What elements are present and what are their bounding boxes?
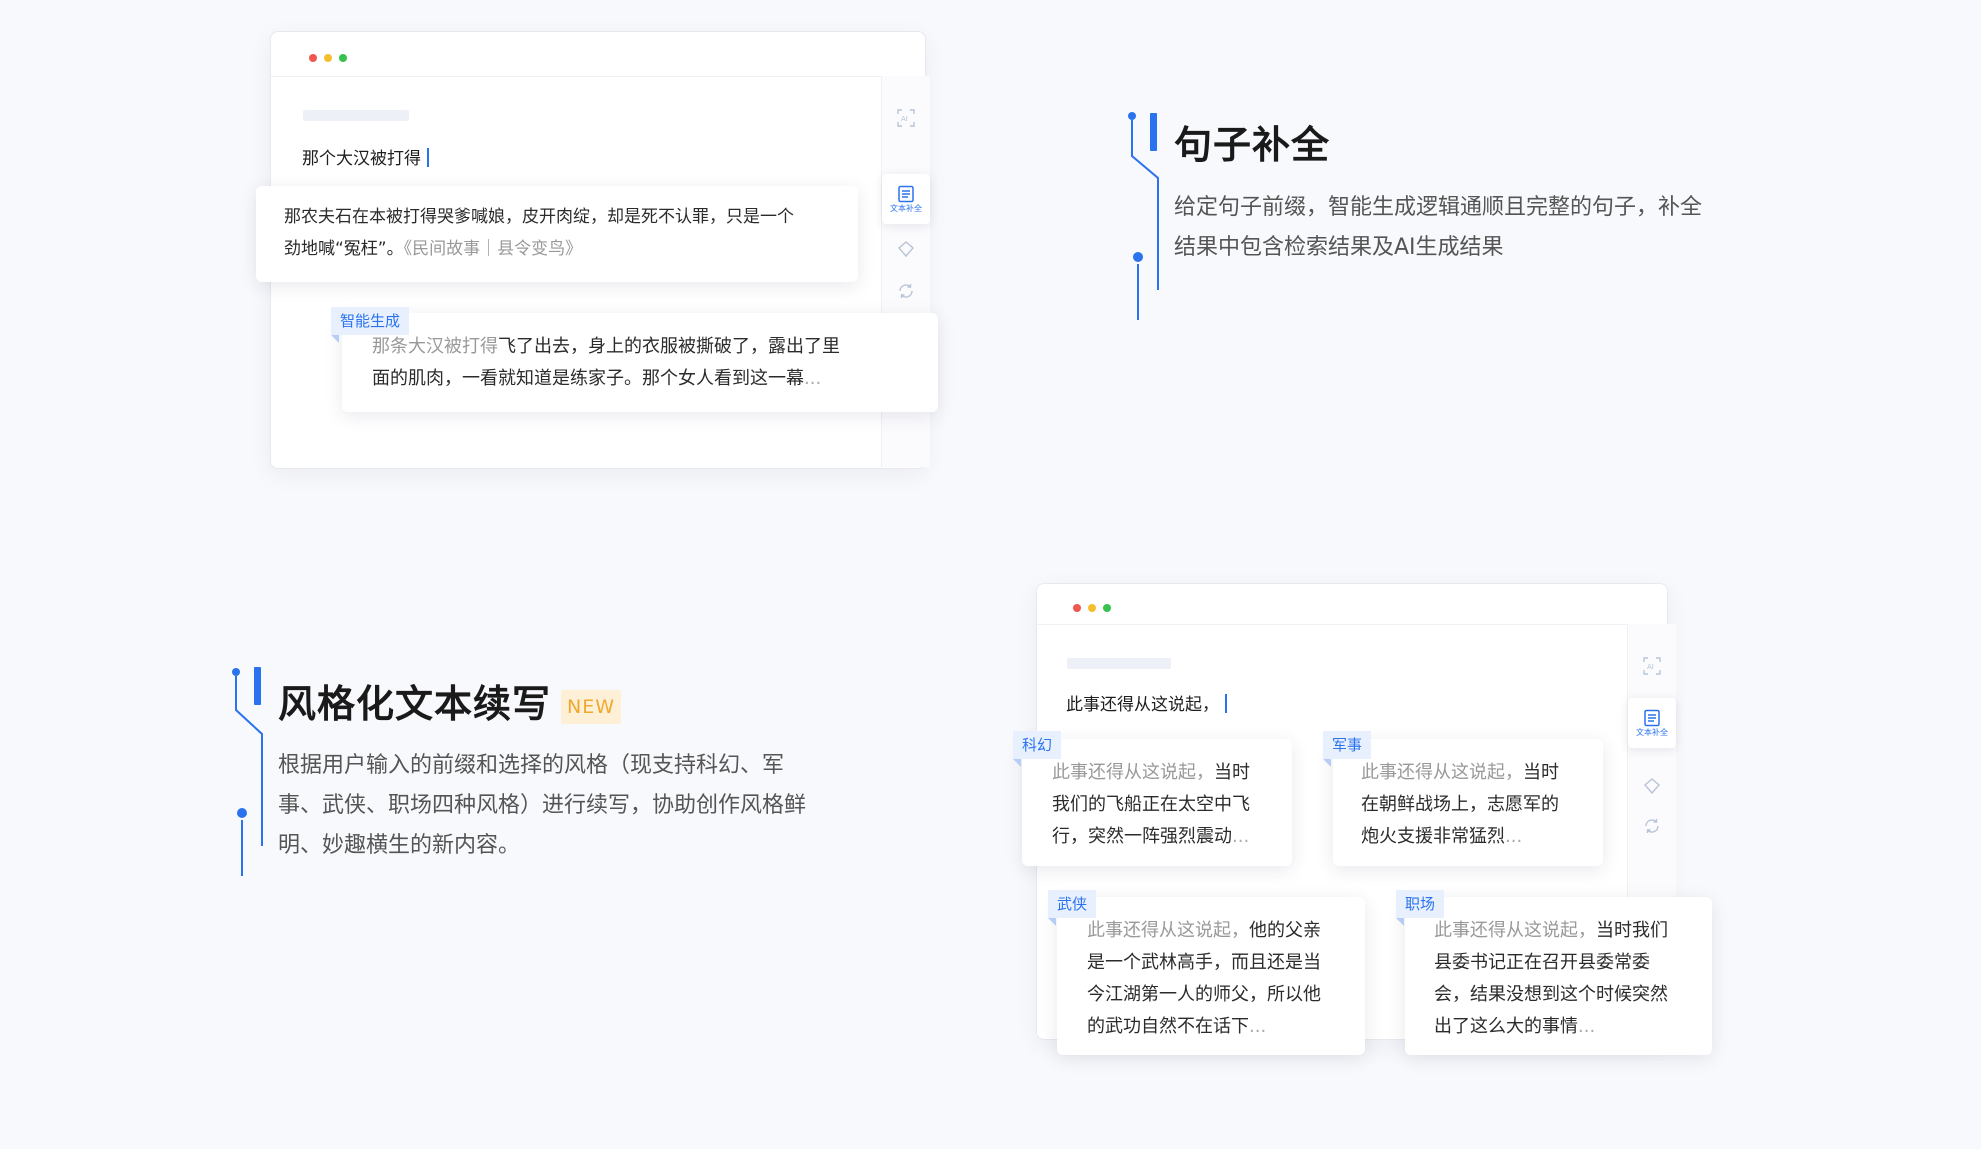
feature2-accent-bar	[254, 667, 261, 705]
feature1-description: 给定句子前缀，智能生成逻辑通顺且完整的句子，补全 结果中包含检索结果及AI生成结…	[1174, 188, 1702, 268]
style-card-line4: 出了这么大的事情	[1434, 1016, 1578, 1037]
tag-icon	[898, 241, 914, 258]
style-card-ellipsis: ...	[1232, 826, 1250, 847]
text-caret	[1225, 694, 1227, 713]
style-tag-scifi[interactable]: 科幻	[1013, 731, 1062, 767]
scan-text-icon: AI	[1643, 657, 1661, 675]
tool-tag[interactable]	[882, 227, 930, 271]
style-card-line3: 炮火支援非常猛烈	[1361, 826, 1505, 847]
window-maximize-dot	[339, 54, 347, 62]
feature1-description-line2: 结果中包含检索结果及AI生成结果	[1174, 235, 1504, 260]
style-card-workplace[interactable]: 此事还得从这说起，当时我们 县委书记正在召开县委常委 会，结果没想到这个时候突然…	[1405, 897, 1712, 1055]
style-card-prefix: 此事还得从这说起，	[1052, 762, 1214, 783]
scan-text-icon: AI	[897, 109, 915, 127]
style-card-ellipsis: ...	[1249, 1016, 1267, 1037]
timeline-connector-icon	[1128, 112, 1159, 320]
tool-text-completion[interactable]: 文本补全	[882, 174, 930, 224]
style-card-scifi[interactable]: 此事还得从这说起，当时 我们的飞船正在太空中飞 行，突然一阵强烈震动...	[1022, 739, 1292, 866]
feature1-description-line1: 给定句子前缀，智能生成逻辑通顺且完整的句子，补全	[1174, 195, 1703, 220]
style-card-line2: 在朝鲜战场上，志愿军的	[1361, 794, 1559, 815]
placeholder-bar	[1067, 658, 1171, 669]
style-card-line3: 今江湖第一人的师父，所以他	[1087, 984, 1321, 1005]
feature2-title-text: 风格化文本续写	[278, 682, 552, 726]
prompt-text: 此事还得从这说起，	[1066, 695, 1219, 715]
style-tag-wuxia[interactable]: 武侠	[1048, 890, 1097, 926]
tool-text-completion-label: 文本补全	[1636, 728, 1668, 737]
style-card-prefix: 此事还得从这说起，	[1087, 920, 1249, 941]
tool-refresh[interactable]	[1628, 804, 1676, 848]
tag-icon	[1644, 778, 1660, 795]
style-card-military[interactable]: 此事还得从这说起，当时 在朝鲜战场上，志愿军的 炮火支援非常猛烈...	[1333, 739, 1603, 866]
placeholder-bar	[303, 110, 409, 121]
style-card-line1: 他的父亲	[1249, 920, 1321, 941]
style-tag-workplace[interactable]: 职场	[1396, 890, 1445, 926]
feature1-title: 句子补全	[1174, 123, 1331, 167]
style-card-ellipsis: ...	[1505, 826, 1523, 847]
window-titlebar	[1037, 584, 1667, 625]
window-titlebar	[271, 32, 925, 77]
svg-text:AI: AI	[1647, 663, 1654, 671]
search-result-card[interactable]: 那农夫石在本被打得哭爹喊娘，皮开肉绽，却是死不认罪，只是一个 劲地喊“冤枉”。《…	[256, 186, 858, 282]
window-maximize-dot	[1103, 604, 1111, 612]
prompt-input[interactable]: 此事还得从这说起，	[1066, 690, 1227, 715]
search-result-line1: 那农夫石在本被打得哭爹喊娘，皮开肉绽，却是死不认罪，只是一个	[284, 207, 794, 227]
feature2-description-line3: 明、妙趣横生的新内容。	[278, 833, 521, 858]
search-result-line2: 劲地喊“冤枉”。	[284, 239, 404, 259]
tool-refresh[interactable]	[882, 269, 930, 313]
ai-result-ellipsis: ...	[804, 368, 822, 389]
style-card-ellipsis: ...	[1578, 1016, 1596, 1037]
style-card-prefix: 此事还得从这说起，	[1361, 762, 1523, 783]
svg-text:AI: AI	[901, 115, 908, 123]
feature2-description: 根据用户输入的前缀和选择的风格（现支持科幻、军 事、武侠、职场四种风格）进行续写…	[278, 746, 806, 866]
style-card-line2: 是一个武林高手，而且还是当	[1087, 952, 1321, 973]
tool-tag[interactable]	[1628, 764, 1676, 808]
refresh-icon	[899, 284, 913, 298]
refresh-icon	[1645, 819, 1659, 833]
style-tag-military[interactable]: 军事	[1323, 731, 1372, 767]
search-result-source: 《民间故事｜县令变鸟》	[403, 239, 583, 259]
prompt-input[interactable]: 那个大汉被打得	[302, 144, 429, 169]
ai-result-line2: 面的肌肉，一看就知道是练家子。那个女人看到这一幕	[372, 368, 804, 389]
feature2-description-line1: 根据用户输入的前缀和选择的风格（现支持科幻、军	[278, 753, 785, 778]
timeline-connector-icon	[232, 668, 263, 876]
document-icon	[898, 185, 914, 203]
text-caret	[427, 148, 429, 167]
ai-result-line1: 飞了出去，身上的衣服被撕破了，露出了里	[498, 336, 840, 357]
window-minimize-dot	[324, 54, 332, 62]
window-close-dot	[309, 54, 317, 62]
ai-generated-tag: 智能生成	[331, 307, 410, 343]
style-card-line1: 当时	[1523, 762, 1559, 783]
style-card-wuxia[interactable]: 此事还得从这说起，他的父亲 是一个武林高手，而且还是当 今江湖第一人的师父，所以…	[1057, 897, 1365, 1055]
style-card-line2: 我们的飞船正在太空中飞	[1052, 794, 1250, 815]
new-badge: NEW	[561, 689, 622, 724]
feature2-description-line2: 事、武侠、职场四种风格）进行续写，协助创作风格鲜	[278, 793, 807, 818]
style-card-line3: 会，结果没想到这个时候突然	[1434, 984, 1668, 1005]
tool-text-completion[interactable]: 文本补全	[1628, 698, 1676, 748]
style-card-prefix: 此事还得从这说起，	[1434, 920, 1596, 941]
tool-text-completion-label: 文本补全	[890, 204, 922, 213]
prompt-text: 那个大汉被打得	[302, 149, 421, 169]
style-card-line1: 当时	[1214, 762, 1250, 783]
tool-scan[interactable]: AI	[882, 96, 930, 140]
feature2-title: 风格化文本续写 NEW	[278, 673, 622, 728]
tool-scan[interactable]: AI	[1628, 644, 1676, 688]
style-card-line2: 县委书记正在召开县委常委	[1434, 952, 1650, 973]
window-close-dot	[1073, 604, 1081, 612]
style-card-line1: 当时我们	[1596, 920, 1668, 941]
window-minimize-dot	[1088, 604, 1096, 612]
ai-generated-card[interactable]: 那条大汉被打得飞了出去，身上的衣服被撕破了，露出了里 面的肌肉，一看就知道是练家…	[342, 313, 938, 412]
document-icon	[1644, 709, 1660, 727]
style-card-line4: 的武功自然不在话下	[1087, 1016, 1249, 1037]
style-card-line3: 行，突然一阵强烈震动	[1052, 826, 1232, 847]
ai-result-prefix: 那条大汉被打得	[372, 336, 498, 357]
feature1-accent-bar	[1150, 113, 1157, 151]
